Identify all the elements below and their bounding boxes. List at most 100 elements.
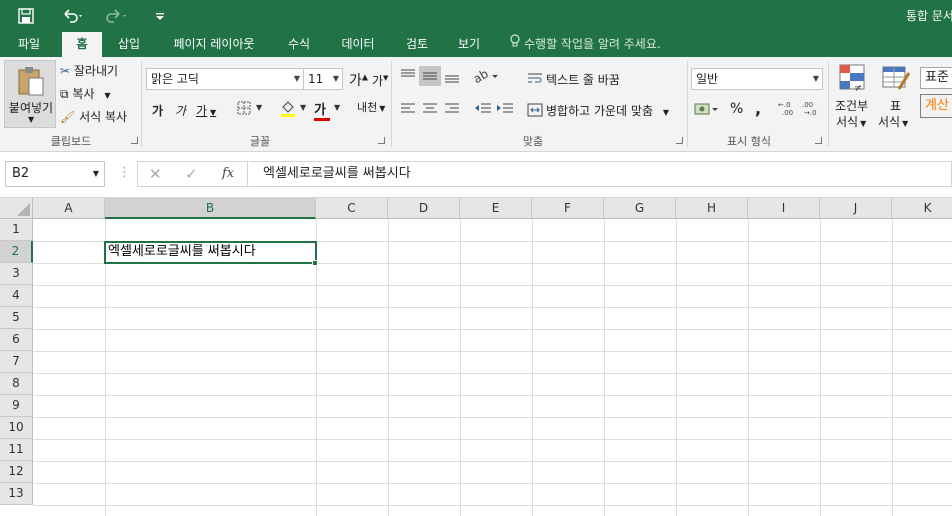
column-header-h[interactable]: H <box>676 198 748 219</box>
copy-button[interactable]: ⧉ 복사 ▼ <box>60 85 110 102</box>
conditional-formatting-button[interactable]: ≠ 조건부 서식 ▼ <box>833 63 873 129</box>
group-separator <box>391 61 392 147</box>
bold-label: 가 <box>152 104 164 118</box>
column-header-d[interactable]: D <box>388 198 460 219</box>
cancel-icon[interactable]: ✕ <box>149 165 162 183</box>
chevron-down-icon[interactable]: ▼ <box>334 103 340 112</box>
increase-decimal-icon[interactable]: ←.0.00 <box>778 100 798 119</box>
comma-style-button[interactable]: , <box>755 99 761 118</box>
row-header-6[interactable]: 6 <box>0 329 33 351</box>
row-header-3[interactable]: 3 <box>0 263 33 285</box>
worksheet-grid[interactable]: A B C D E F G H I J K 1 2 3 4 5 6 7 8 9 … <box>0 198 952 516</box>
tab-review[interactable]: 검토 <box>396 32 438 57</box>
phonetic-button[interactable]: 내천 ▼ <box>357 99 385 115</box>
tab-page-layout[interactable]: 페이지 레이아웃 <box>160 32 268 57</box>
column-header-a[interactable]: A <box>33 198 105 219</box>
group-separator <box>141 61 142 147</box>
row-header-13[interactable]: 13 <box>0 483 33 505</box>
column-header-k[interactable]: K <box>892 198 952 219</box>
row-header-10[interactable]: 10 <box>0 417 33 439</box>
row-header-7[interactable]: 7 <box>0 351 33 373</box>
row-header-8[interactable]: 8 <box>0 373 33 395</box>
column-header-e[interactable]: E <box>460 198 532 219</box>
merge-center-button[interactable]: 병합하고 가운데 맞춤 ▼ <box>527 102 669 120</box>
orientation-icon[interactable]: ab <box>471 67 500 87</box>
column-header-c[interactable]: C <box>316 198 388 219</box>
conditional-formatting-icon: ≠ <box>838 63 868 96</box>
column-header-g[interactable]: G <box>604 198 676 219</box>
insert-function-icon[interactable]: fx <box>222 166 234 181</box>
tab-data[interactable]: 데이터 <box>330 32 386 57</box>
row-header-1[interactable]: 1 <box>0 219 33 241</box>
group-separator <box>828 61 829 147</box>
column-header-b[interactable]: B <box>105 198 316 219</box>
tab-view[interactable]: 보기 <box>448 32 490 57</box>
accounting-format-icon[interactable] <box>694 101 720 120</box>
percent-style-button[interactable]: % <box>730 101 743 117</box>
font-name-combo[interactable]: 맑은 고딕 ▼ <box>146 68 304 90</box>
align-top-icon[interactable] <box>400 68 416 85</box>
column-header-j[interactable]: J <box>820 198 892 219</box>
font-color-button[interactable]: 가 <box>314 99 330 121</box>
number-format-combo[interactable]: 일반 ▼ <box>691 68 823 90</box>
tab-file[interactable]: 파일 <box>5 32 53 57</box>
align-middle-icon[interactable] <box>419 66 441 86</box>
row-header-11[interactable]: 11 <box>0 439 33 461</box>
align-right-icon[interactable] <box>444 102 460 119</box>
formula-input[interactable]: 엑셀세로로글씨를 써봅시다 <box>249 161 952 187</box>
cut-label: 잘라내기 <box>73 64 119 78</box>
italic-button[interactable]: 가 <box>175 102 186 119</box>
tab-formulas[interactable]: 수식 <box>278 32 320 57</box>
chevron-down-icon: ▼ <box>28 115 35 124</box>
row-header-2[interactable]: 2 <box>0 241 33 263</box>
decrease-decimal-icon[interactable]: .00 →.0 <box>802 100 822 119</box>
paste-button[interactable]: 붙여넣기 ▼ <box>4 60 56 128</box>
align-center-icon[interactable] <box>422 102 438 119</box>
redo-icon[interactable] <box>106 0 128 32</box>
chevron-down-icon: ▼ <box>812 74 819 83</box>
clipboard-launcher-icon[interactable] <box>131 137 138 144</box>
svg-text:→.0: →.0 <box>804 109 817 116</box>
select-all-button[interactable] <box>0 198 33 219</box>
format-painter-button[interactable]: 🖌 서식 복사 <box>60 108 127 125</box>
paste-label: 붙여넣기 <box>8 101 54 115</box>
cut-button[interactable]: ✂ 잘라내기 <box>60 62 118 79</box>
gridline <box>33 439 952 440</box>
grow-font-button[interactable]: 가▲ <box>349 70 368 90</box>
format-as-table-button[interactable]: 표 서식 ▼ <box>878 63 914 129</box>
fill-handle[interactable] <box>312 260 318 266</box>
row-header-4[interactable]: 4 <box>0 285 33 307</box>
underline-button[interactable]: 가 ▼ <box>196 102 216 119</box>
bold-button[interactable]: 가 <box>152 102 163 119</box>
chevron-down-icon[interactable]: ▼ <box>256 103 262 112</box>
enter-icon[interactable]: ✓ <box>185 165 198 183</box>
style-calculation[interactable]: 계산 <box>920 94 952 118</box>
shrink-font-button[interactable]: 가▼ <box>372 72 388 89</box>
name-box[interactable]: B2 ▼ <box>5 161 105 187</box>
alignment-launcher-icon[interactable] <box>676 137 683 144</box>
column-header-i[interactable]: I <box>748 198 820 219</box>
decrease-indent-icon[interactable] <box>474 102 492 119</box>
fill-color-icon[interactable] <box>280 99 296 120</box>
align-bottom-icon[interactable] <box>444 68 460 87</box>
chevron-down-icon[interactable]: ▼ <box>300 103 306 112</box>
increase-indent-icon[interactable] <box>496 102 514 119</box>
align-left-icon[interactable] <box>400 102 416 119</box>
tab-home[interactable]: 홈 <box>62 32 102 57</box>
save-icon[interactable] <box>18 0 34 32</box>
row-header-5[interactable]: 5 <box>0 307 33 329</box>
number-launcher-icon[interactable] <box>815 137 822 144</box>
borders-icon[interactable] <box>237 101 251 118</box>
wrap-text-button[interactable]: 텍스트 줄 바꿈 <box>527 71 620 89</box>
undo-icon[interactable] <box>62 0 84 32</box>
row-header-12[interactable]: 12 <box>0 461 33 483</box>
style-normal[interactable]: 표준 <box>920 67 952 89</box>
column-header-f[interactable]: F <box>532 198 604 219</box>
customize-qat-icon[interactable] <box>155 0 165 32</box>
font-size-combo[interactable]: 11 ▼ <box>303 68 343 90</box>
tab-insert[interactable]: 삽입 <box>108 32 150 57</box>
font-launcher-icon[interactable] <box>378 137 385 144</box>
tell-me-search[interactable]: 수행할 작업을 알려 주세요. <box>510 32 661 57</box>
svg-text:.00: .00 <box>802 101 813 109</box>
row-header-9[interactable]: 9 <box>0 395 33 417</box>
